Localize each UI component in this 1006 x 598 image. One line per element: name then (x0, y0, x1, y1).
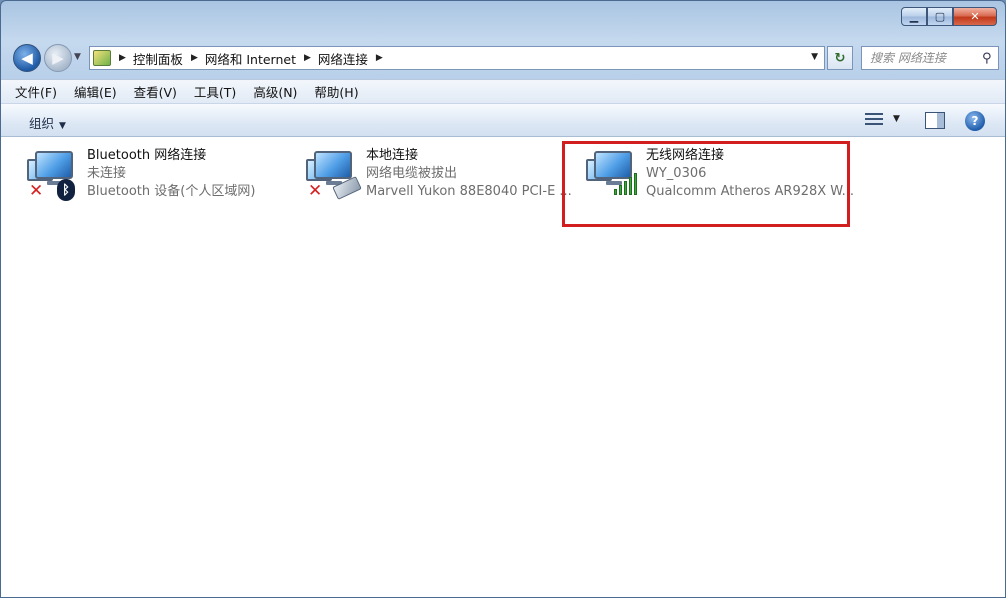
menu-tools[interactable]: 工具(T) (194, 82, 236, 101)
connection-device: Bluetooth 设备(个人区域网) (87, 184, 256, 199)
monitor-icon (314, 151, 352, 179)
connection-status: 网络电缆被拔出 (366, 166, 458, 181)
address-row: ◀ ▶ ▼ ▶ 控制面板 ▶ 网络和 Internet ▶ 网络连接 ▶ ▼ ↻… (1, 41, 1005, 75)
menu-advanced[interactable]: 高级(N) (253, 82, 297, 101)
organize-button[interactable]: 组织 ▼ (29, 113, 66, 132)
chevron-down-icon: ▼ (59, 121, 66, 131)
chevron-right-icon[interactable]: ▶ (191, 53, 198, 63)
maximize-button[interactable]: ▢ (927, 7, 953, 26)
breadcrumb-network-connections[interactable]: 网络连接 (318, 49, 368, 68)
refresh-icon: ↻ (834, 50, 846, 66)
connection-device: Marvell Yukon 88E8040 PCI-E ... (366, 184, 572, 199)
view-list-icon (865, 111, 883, 127)
monitor-icon (35, 151, 73, 179)
search-box[interactable]: ⚲ (861, 46, 999, 70)
chevron-down-icon[interactable]: ▼ (893, 114, 900, 124)
arrow-left-icon: ◀ (21, 49, 33, 67)
connections-list: ✕ ᛒ Bluetooth 网络连接 未连接 Bluetooth 设备(个人区域… (1, 137, 1005, 597)
connection-status: 未连接 (87, 166, 127, 181)
control-panel-icon (93, 50, 111, 66)
chevron-right-icon[interactable]: ▶ (119, 53, 126, 63)
preview-pane-button[interactable] (925, 112, 945, 129)
history-dropdown[interactable]: ▼ (74, 52, 81, 62)
refresh-button[interactable]: ↻ (827, 46, 853, 70)
arrow-right-icon: ▶ (52, 49, 64, 67)
highlight-annotation-box (562, 141, 850, 227)
ethernet-cable-icon (332, 176, 362, 200)
disconnected-x-icon: ✕ (29, 181, 44, 201)
menu-file[interactable]: 文件(F) (15, 82, 57, 101)
address-bar[interactable]: ▶ 控制面板 ▶ 网络和 Internet ▶ 网络连接 ▶ ▼ (89, 46, 825, 70)
breadcrumb-network-internet[interactable]: 网络和 Internet (205, 49, 296, 68)
forward-button[interactable]: ▶ (44, 44, 72, 72)
back-button[interactable]: ◀ (13, 44, 41, 72)
search-icon[interactable]: ⚲ (982, 51, 992, 66)
breadcrumb-control-panel[interactable]: 控制面板 (133, 49, 183, 68)
connection-name: Bluetooth 网络连接 (87, 148, 207, 163)
menu-view[interactable]: 查看(V) (134, 82, 177, 101)
chevron-right-icon[interactable]: ▶ (376, 53, 383, 63)
disconnected-x-icon: ✕ (308, 181, 323, 201)
menu-bar: 文件(F) 编辑(E) 查看(V) 工具(T) 高级(N) 帮助(H) (1, 79, 1005, 103)
command-bar: 组织 ▼ ▼ ? (1, 103, 1005, 137)
bluetooth-icon: ᛒ (57, 179, 75, 201)
change-view-button[interactable]: ▼ (865, 111, 900, 127)
search-input[interactable] (870, 51, 982, 65)
close-button[interactable]: ✕ (953, 7, 997, 26)
title-bar: ▁ ▢ ✕ (1, 1, 1005, 35)
organize-label: 组织 (29, 116, 55, 131)
menu-edit[interactable]: 编辑(E) (74, 82, 117, 101)
minimize-button[interactable]: ▁ (901, 7, 927, 26)
help-icon[interactable]: ? (965, 111, 985, 131)
connection-name: 本地连接 (366, 148, 419, 163)
explorer-window: ▁ ▢ ✕ ◀ ▶ ▼ ▶ 控制面板 ▶ 网络和 Internet ▶ 网络连接… (0, 0, 1006, 598)
menu-help[interactable]: 帮助(H) (314, 82, 358, 101)
window-controls: ▁ ▢ ✕ (901, 7, 997, 26)
address-dropdown-icon[interactable]: ▼ (811, 52, 818, 62)
network-adapter-icon: ✕ (306, 147, 362, 201)
network-adapter-icon: ✕ ᛒ (27, 147, 79, 201)
chevron-right-icon[interactable]: ▶ (304, 53, 311, 63)
